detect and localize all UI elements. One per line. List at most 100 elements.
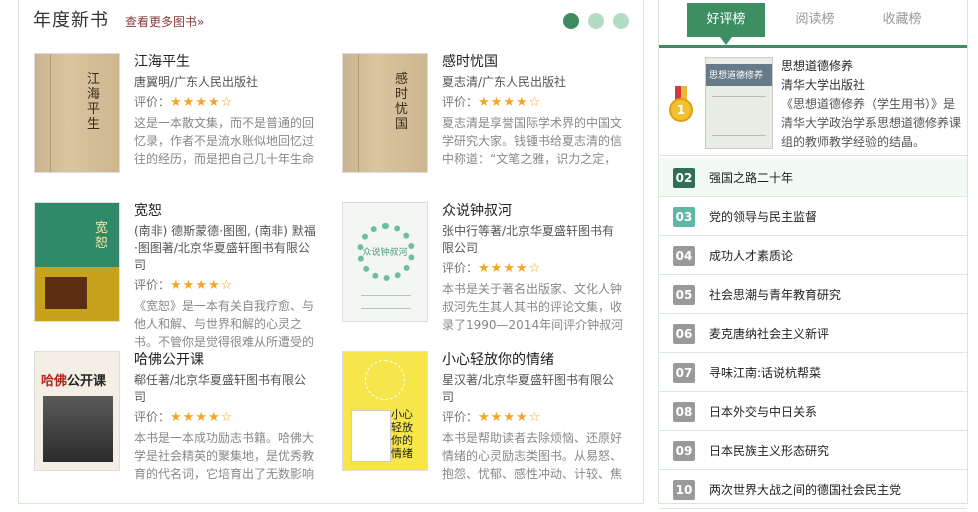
cover-dandelion <box>365 360 405 400</box>
book-rating: 评价：★★★★☆ <box>134 276 318 295</box>
book-info: 众说钟叔河 张中行等著/北京华夏盛轩图书有限公司 评价：★★★★☆ 本书是关于著… <box>442 202 626 334</box>
carousel-dot-1[interactable] <box>563 13 579 29</box>
rank-title[interactable]: 党的领导与民主监督 <box>709 207 817 227</box>
carousel-dot-3[interactable] <box>613 13 629 29</box>
book-card: 江海平生 江海平生 唐翼明/广东人民出版社 评价：★★★★☆ 这是一本散文集，而… <box>34 53 324 193</box>
rank-number: 08 <box>673 402 695 422</box>
rank-number: 05 <box>673 285 695 305</box>
rank-title[interactable]: 日本外交与中日关系 <box>709 402 817 422</box>
book-author: 夏志清/广东人民出版社 <box>442 75 567 89</box>
cover-title: 小心轻放你的情绪 <box>391 408 413 460</box>
book-card: 宽恕 宽恕 (南非) 德斯蒙德·图图, (南非) 默福·图图著/北京华夏盛轩图书… <box>34 202 324 349</box>
cover-statue-image <box>43 396 113 462</box>
top-book-info: 思想道德修养 清华大学出版社 《思想道德修养（学生用书）》是清华大学政治学系思想… <box>781 57 965 152</box>
book-title[interactable]: 哈佛公开课 <box>134 351 318 369</box>
top-book-description: 《思想道德修养（学生用书）》是清华大学政治学系思想道德修养课组的教师教学经验的结… <box>781 97 962 149</box>
book-rating: 评价：★★★★☆ <box>442 408 626 427</box>
book-cover[interactable]: 宽恕 <box>34 202 120 322</box>
book-rating: 评价：★★★★☆ <box>442 259 626 278</box>
carousel-dots <box>563 13 629 29</box>
book-cover[interactable]: 感时忧国 <box>342 53 428 173</box>
book-author: 唐翼明/广东人民出版社 <box>134 75 259 89</box>
rating-stars-icon: ★★★★☆ <box>478 95 542 110</box>
rating-stars-icon: ★★★★☆ <box>478 410 542 425</box>
cover-image <box>45 277 87 309</box>
ranking-list: 02 强国之路二十年 03 党的领导与民主监督 04 成功人才素质论 05 社会… <box>659 158 967 509</box>
book-description: 本书是一本成功励志书籍。哈佛大学是社会精英的聚集地，是优秀教育的代名词，它培育出… <box>134 431 315 481</box>
book-title[interactable]: 感时忧国 <box>442 53 626 71</box>
book-description: 本书是帮助读者去除烦恼、还原好情绪的心灵励志类图书。从易怒、抱怨、忧郁、感性冲动… <box>442 431 623 481</box>
rating-label: 评价： <box>134 410 171 424</box>
tab-most-favorited[interactable]: 收藏榜 <box>863 3 941 37</box>
rank-number: 06 <box>673 324 695 344</box>
ranking-item[interactable]: 06 麦克唐纳社会主义新评 <box>659 314 967 353</box>
ranking-item[interactable]: 05 社会思潮与青年教育研究 <box>659 275 967 314</box>
rank-title[interactable]: 强国之路二十年 <box>709 168 793 188</box>
rating-label: 评价： <box>442 95 479 109</box>
top-book-title[interactable]: 思想道德修养 <box>781 57 965 76</box>
cover-title: 感时忧国 <box>395 72 409 132</box>
tab-top-rated[interactable]: 好评榜 <box>687 3 765 45</box>
cover-title: 哈佛公开课 <box>41 374 107 389</box>
rank-number: 10 <box>673 480 695 500</box>
rating-label: 评价： <box>442 261 479 275</box>
ranking-item[interactable]: 10 两次世界大战之间的德国社会民主党 <box>659 470 967 509</box>
rating-label: 评价： <box>134 278 171 292</box>
book-description: 本书是关于著名出版家、文化人钟叔河先生其人其书的评论文集，收录了1990—201… <box>442 282 624 332</box>
cover-title: 江海平生 <box>87 72 101 132</box>
new-books-panel: 年度新书 查看更多图书» 江海平生 江海平生 唐翼明/广东人民出版社 评价：★★… <box>18 0 644 504</box>
book-title[interactable]: 宽恕 <box>134 202 318 220</box>
book-title[interactable]: 江海平生 <box>134 53 318 71</box>
tab-most-read[interactable]: 阅读榜 <box>776 3 854 37</box>
rank-title[interactable]: 两次世界大战之间的德国社会民主党 <box>709 480 901 500</box>
book-info: 小心轻放你的情绪 星汉著/北京华夏盛轩图书有限公司 评价：★★★★☆ 本书是帮助… <box>442 351 626 483</box>
rank-number: 07 <box>673 363 695 383</box>
book-title[interactable]: 小心轻放你的情绪 <box>442 351 626 369</box>
ranking-item[interactable]: 03 党的领导与民主监督 <box>659 197 967 236</box>
ranking-item[interactable]: 02 强国之路二十年 <box>659 158 967 197</box>
rating-label: 评价： <box>442 410 479 424</box>
ranking-item[interactable]: 09 日本民族主义形态研究 <box>659 431 967 470</box>
rank-number: 02 <box>673 168 695 188</box>
rating-stars-icon: ★★★★☆ <box>170 410 234 425</box>
book-author: (南非) 德斯蒙德·图图, (南非) 默福·图图著/北京华夏盛轩图书有限公司 <box>134 224 316 272</box>
ranking-item[interactable]: 04 成功人才素质论 <box>659 236 967 275</box>
book-cover[interactable]: 小心轻放你的情绪 <box>342 351 428 471</box>
book-info: 宽恕 (南非) 德斯蒙德·图图, (南非) 默福·图图著/北京华夏盛轩图书有限公… <box>134 202 318 351</box>
rank-number: 03 <box>673 207 695 227</box>
book-cover[interactable]: 众说钟叔河 <box>342 202 428 322</box>
book-info: 哈佛公开课 郗任著/北京华夏盛轩图书有限公司 评价：★★★★☆ 本书是一本成功励… <box>134 351 318 483</box>
cover-spine <box>349 54 359 172</box>
book-description: 这是一本散文集，而不是普通的回忆录，作者不是流水账似地回忆过往的经历，而是把自己… <box>134 116 315 166</box>
book-title[interactable]: 众说钟叔河 <box>442 202 626 220</box>
carousel-dot-2[interactable] <box>588 13 604 29</box>
top-book-cover[interactable]: 思想道德修养 <box>705 57 773 149</box>
book-description: 《宽恕》是一本有关自我疗愈、与他人和解、与世界和解的心灵之书。不管你是觉得很难从… <box>134 299 315 349</box>
ranking-item[interactable]: 08 日本外交与中日关系 <box>659 392 967 431</box>
cover-spine <box>41 54 51 172</box>
book-cover[interactable]: 哈佛公开课 <box>34 351 120 471</box>
rank-title[interactable]: 寻味江南:话说杭帮菜 <box>709 363 821 383</box>
book-description: 夏志清是享誉国际学术界的中国文学研究大家。钱锺书给夏志清的信中称道：“文笔之雅，… <box>442 116 623 166</box>
more-books-link[interactable]: 查看更多图书» <box>125 13 204 30</box>
ranking-item[interactable]: 07 寻味江南:话说杭帮菜 <box>659 353 967 392</box>
book-rating: 评价：★★★★☆ <box>442 93 626 112</box>
gold-medal-icon: 1 <box>669 86 693 124</box>
rank-title[interactable]: 成功人才素质论 <box>709 246 793 266</box>
rank-title[interactable]: 麦克唐纳社会主义新评 <box>709 324 829 344</box>
book-rating: 评价：★★★★☆ <box>134 93 318 112</box>
rank-title[interactable]: 日本民族主义形态研究 <box>709 441 829 461</box>
panel-header: 年度新书 查看更多图书» <box>33 6 204 32</box>
cover-lines <box>361 295 411 309</box>
book-author: 张中行等著/北京华夏盛轩图书有限公司 <box>442 224 615 255</box>
rank-number: 04 <box>673 246 695 266</box>
cover-paper <box>351 410 391 462</box>
rank-title[interactable]: 社会思潮与青年教育研究 <box>709 285 841 305</box>
book-cover[interactable]: 江海平生 <box>34 53 120 173</box>
book-author: 星汉著/北京华夏盛轩图书有限公司 <box>442 373 615 404</box>
cover-title: 宽恕 <box>95 221 109 251</box>
ranking-panel: 好评榜 阅读榜 收藏榜 1 思想道德修养 思想道德修养 清华大学出版社 《思想道… <box>658 0 968 509</box>
rating-stars-icon: ★★★★☆ <box>170 278 234 293</box>
book-info: 江海平生 唐翼明/广东人民出版社 评价：★★★★☆ 这是一本散文集，而不是普通的… <box>134 53 318 186</box>
top-ranked-book[interactable]: 1 思想道德修养 思想道德修养 清华大学出版社 《思想道德修养（学生用书）》是清… <box>659 50 967 156</box>
